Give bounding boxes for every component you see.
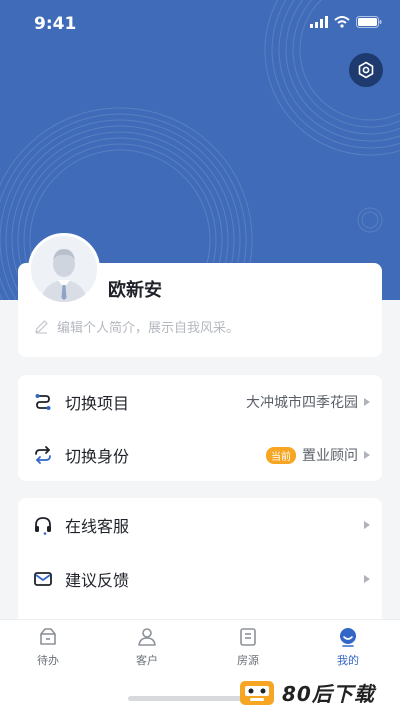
tab-todo[interactable]: 待办 — [18, 626, 78, 668]
avatar-image — [31, 236, 97, 302]
tab-listing[interactable]: 房源 — [218, 626, 278, 668]
chevron-right-icon — [364, 451, 370, 459]
battery-icon — [356, 16, 382, 28]
avatar[interactable] — [28, 233, 100, 305]
switch-project-value-group: 大冲城市四季花园 — [246, 392, 370, 412]
feedback-label: 建议反馈 — [65, 571, 130, 590]
menu-card-support: 在线客服 建议反馈 — [18, 498, 382, 628]
tab-customer[interactable]: 客户 — [117, 626, 177, 668]
bio-placeholder: 编辑个人简介，展示自我风采。 — [57, 321, 240, 336]
listing-icon — [240, 628, 256, 646]
settings-button[interactable] — [349, 53, 383, 87]
headset-icon — [32, 514, 54, 536]
signal-icon — [310, 16, 328, 28]
switch-identity-icon — [32, 444, 54, 466]
wifi-icon — [334, 16, 350, 28]
todo-icon — [40, 628, 56, 645]
chevron-right-icon — [364, 575, 370, 583]
watermark-logo-icon — [240, 680, 274, 705]
status-bar: 9:41 — [0, 0, 400, 48]
current-project-value: 大冲城市四季花园 — [246, 395, 358, 411]
switch-identity-value-group: 当前 置业顾问 — [266, 445, 370, 465]
switch-project-icon — [32, 391, 54, 413]
tab-customer-label: 客户 — [136, 654, 158, 667]
switch-identity-label: 切换身份 — [65, 447, 130, 466]
switch-project-row[interactable]: 切换项目 大冲城市四季花园 — [18, 376, 382, 428]
tab-listing-label: 房源 — [237, 654, 259, 667]
tab-profile-label: 我的 — [337, 654, 359, 667]
edit-icon — [35, 320, 48, 334]
online-service-row[interactable]: 在线客服 — [18, 499, 382, 551]
status-icons — [310, 16, 382, 28]
online-service-label: 在线客服 — [65, 517, 130, 536]
switch-project-label: 切换项目 — [65, 394, 130, 413]
feedback-arrow-group — [364, 575, 370, 583]
settings-icon — [358, 61, 374, 79]
watermark-text: 80后下载 — [282, 682, 375, 706]
current-badge: 当前 — [266, 446, 296, 464]
profile-icon — [340, 628, 356, 647]
current-identity-value: 置业顾问 — [302, 448, 358, 464]
switch-identity-row[interactable]: 切换身份 当前 置业顾问 — [18, 429, 382, 481]
bio-edit[interactable]: 编辑个人简介，展示自我风采。 — [34, 317, 239, 336]
tab-todo-label: 待办 — [37, 654, 59, 667]
status-time: 9:41 — [34, 14, 77, 34]
online-service-arrow-group — [364, 521, 370, 529]
chevron-right-icon — [364, 521, 370, 529]
customer-icon — [138, 628, 156, 646]
mail-icon — [32, 568, 54, 590]
feedback-row[interactable]: 建议反馈 — [18, 553, 382, 605]
user-name: 欧新安 — [108, 280, 162, 301]
tab-profile[interactable]: 我的 — [318, 626, 378, 668]
watermark: 80后下载 — [238, 674, 400, 711]
chevron-right-icon — [364, 398, 370, 406]
menu-card-account: 切换项目 大冲城市四季花园 切换身份 当前 置业顾问 — [18, 375, 382, 481]
